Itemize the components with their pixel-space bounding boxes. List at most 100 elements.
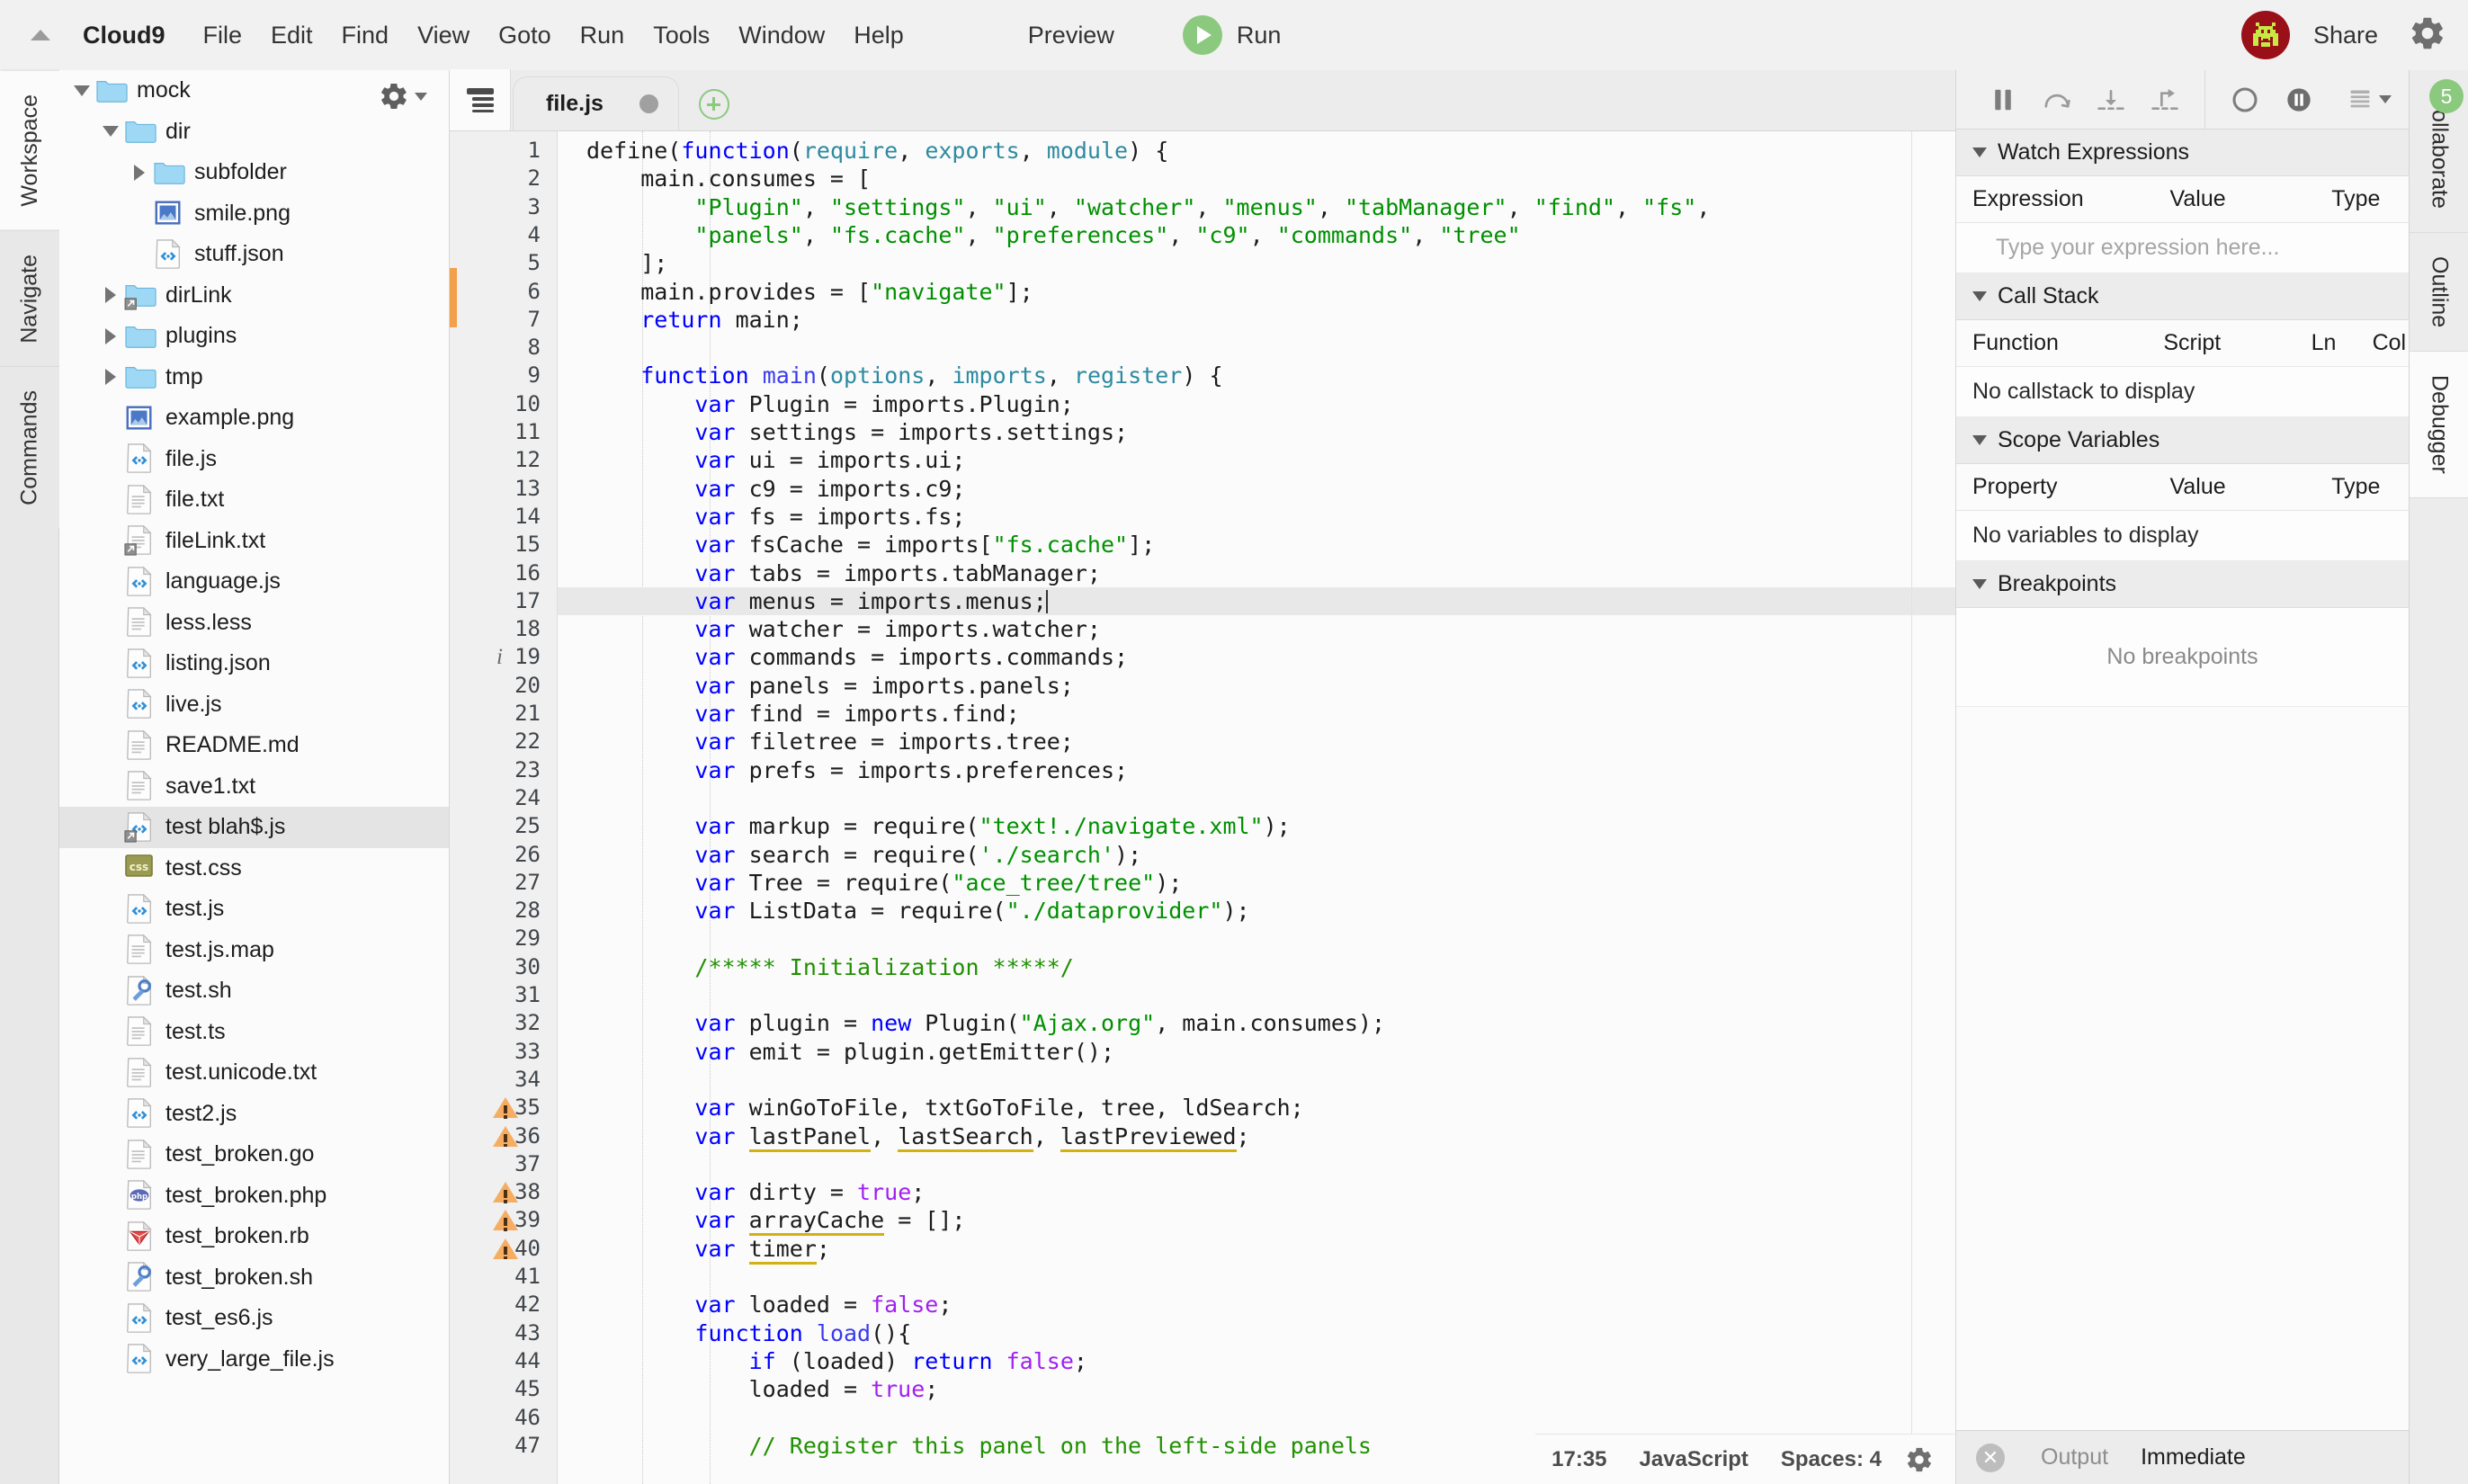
code-line[interactable]: if (loaded) return false; xyxy=(558,1347,1955,1375)
gutter-line-number[interactable]: 1 xyxy=(528,137,541,165)
gutter-line-number[interactable]: 46 xyxy=(514,1404,541,1432)
code-line[interactable]: return main; xyxy=(558,306,1955,334)
gutter-line-number[interactable]: 43 xyxy=(514,1319,541,1347)
chevron-down-icon[interactable] xyxy=(70,85,94,96)
tree-item-test-broken-go[interactable]: test_broken.go xyxy=(59,1134,449,1176)
plus-icon[interactable] xyxy=(698,89,729,120)
code-line[interactable]: var markup = require("text!./navigate.xm… xyxy=(558,812,1955,840)
tree-item-test-es6-js[interactable]: test_es6.js xyxy=(59,1298,449,1339)
gutter-line-number[interactable]: 2 xyxy=(528,165,541,192)
gutter-line-number[interactable]: 7 xyxy=(528,306,541,334)
code-content[interactable]: define(function(require, exports, module… xyxy=(558,131,1955,1484)
code-line[interactable]: var emit = plugin.getEmitter(); xyxy=(558,1038,1955,1066)
gutter-line-number[interactable]: 27 xyxy=(514,869,541,897)
pause-circle-icon[interactable] xyxy=(2272,70,2326,130)
list-icon[interactable] xyxy=(2342,70,2396,130)
code-line[interactable]: var panels = imports.panels; xyxy=(558,672,1955,700)
gutter-line-number[interactable]: 18 xyxy=(514,615,541,643)
indent-setting[interactable]: Spaces: 4 xyxy=(1765,1447,1898,1472)
code-line[interactable]: var dirty = true; xyxy=(558,1178,1955,1206)
debug-section-breakpoints[interactable]: Breakpoints xyxy=(1956,561,2409,608)
tree-item-test-sh[interactable]: test.sh xyxy=(59,970,449,1012)
tree-item-stuff-json[interactable]: stuff.json xyxy=(59,234,449,275)
code-line[interactable] xyxy=(558,981,1955,1009)
code-line[interactable]: /***** Initialization *****/ xyxy=(558,953,1955,981)
gutter-line-number[interactable]: 20 xyxy=(514,672,541,700)
gutter-line-number[interactable]: 34 xyxy=(514,1066,541,1094)
user-avatar-icon[interactable] xyxy=(2240,11,2290,59)
collapse-menu-button[interactable] xyxy=(20,30,61,40)
chevron-right-icon[interactable] xyxy=(99,369,122,386)
debug-section-scope-variables[interactable]: Scope Variables xyxy=(1956,417,2409,464)
gutter-line-number[interactable]: 11 xyxy=(514,418,541,446)
tree-item-test-blah-js[interactable]: test blah$.js xyxy=(59,807,449,848)
unsaved-indicator-icon[interactable] xyxy=(639,94,658,113)
code-line[interactable]: function load(){ xyxy=(558,1319,1955,1347)
tree-item-example-png[interactable]: example.png xyxy=(59,398,449,439)
gutter-line-number[interactable]: 22 xyxy=(514,728,541,755)
info-icon[interactable]: i xyxy=(493,643,529,671)
step-into-icon[interactable] xyxy=(2084,70,2138,130)
gutter-line-number[interactable]: 28 xyxy=(514,897,541,925)
right-rail-tab-debugger[interactable]: Debugger xyxy=(2410,352,2468,498)
code-line[interactable] xyxy=(558,334,1955,362)
tab-list-icon[interactable] xyxy=(450,69,511,130)
tree-item-listing-json[interactable]: listing.json xyxy=(59,643,449,684)
code-line[interactable]: var filetree = imports.tree; xyxy=(558,728,1955,755)
gutter-line-number[interactable]: 25 xyxy=(514,812,541,840)
code-line[interactable]: var timer; xyxy=(558,1235,1955,1265)
code-line[interactable] xyxy=(558,925,1955,952)
gutter-line-number[interactable]: 33 xyxy=(514,1038,541,1066)
step-out-icon[interactable] xyxy=(2138,70,2192,130)
warning-icon[interactable] xyxy=(493,1178,529,1206)
menu-item-view[interactable]: View xyxy=(403,16,484,55)
pause-icon[interactable] xyxy=(1976,70,2030,130)
run-button[interactable]: Run xyxy=(1237,22,1282,49)
tree-item-test-js-map[interactable]: test.js.map xyxy=(59,930,449,971)
tree-item-smile-png[interactable]: smile.png xyxy=(59,193,449,235)
gutter-line-number[interactable]: 17 xyxy=(514,587,541,615)
gutter-line-number[interactable]: 8 xyxy=(528,334,541,362)
tree-item-test-css[interactable]: css test.css xyxy=(59,848,449,890)
gutter-line-number[interactable]: 16 xyxy=(514,559,541,587)
menu-item-find[interactable]: Find xyxy=(327,16,404,55)
code-line[interactable]: var lastPanel, lastSearch, lastPreviewed… xyxy=(558,1122,1955,1152)
gutter-line-number[interactable]: 3 xyxy=(528,193,541,221)
gutter-line-number[interactable]: 9 xyxy=(528,362,541,389)
tree-item-test-ts[interactable]: test.ts xyxy=(59,1012,449,1053)
language-mode[interactable]: JavaScript xyxy=(1623,1447,1765,1472)
left-rail-tab-commands[interactable]: Commands xyxy=(0,366,59,530)
code-line[interactable]: var settings = imports.settings; xyxy=(558,418,1955,446)
chevron-down-icon[interactable] xyxy=(1972,148,1987,157)
preview-button[interactable]: Preview xyxy=(1015,16,1127,55)
tree-item-tmp[interactable]: tmp xyxy=(59,357,449,398)
gear-icon[interactable] xyxy=(2409,14,2446,57)
chevron-right-icon[interactable] xyxy=(99,287,122,304)
tree-item-less-less[interactable]: less.less xyxy=(59,603,449,644)
tree-settings-button[interactable] xyxy=(379,81,427,112)
code-line[interactable]: ]; xyxy=(558,249,1955,277)
code-line[interactable]: main.provides = ["navigate"]; xyxy=(558,278,1955,306)
brand-menu-cloud9[interactable]: Cloud9 xyxy=(72,16,176,55)
tree-item-dir[interactable]: dir xyxy=(59,112,449,153)
left-rail-tab-workspace[interactable]: Workspace xyxy=(0,70,59,230)
share-button[interactable]: Share xyxy=(2313,22,2378,49)
watch-expression-input[interactable]: Type your expression here... xyxy=(1956,223,2409,273)
tree-item-file-js[interactable]: file.js xyxy=(59,439,449,480)
left-rail-tab-navigate[interactable]: Navigate xyxy=(0,229,59,367)
debug-section-call-stack[interactable]: Call Stack xyxy=(1956,273,2409,320)
chevron-down-icon[interactable] xyxy=(1972,435,1987,445)
tree-item-live-js[interactable]: live.js xyxy=(59,684,449,726)
tree-item-subfolder[interactable]: subfolder xyxy=(59,152,449,193)
code-line[interactable]: var fsCache = imports["fs.cache"]; xyxy=(558,531,1955,559)
gutter-line-number[interactable]: 23 xyxy=(514,756,541,784)
code-line[interactable] xyxy=(558,1066,1955,1094)
chevron-down-icon[interactable] xyxy=(1972,291,1987,301)
tree-item-test-broken-php[interactable]: php test_broken.php xyxy=(59,1176,449,1217)
gutter-line-number[interactable]: 13 xyxy=(514,475,541,503)
tree-item-very-large-file-js[interactable]: very_large_file.js xyxy=(59,1339,449,1381)
tree-item-test2-js[interactable]: test2.js xyxy=(59,1094,449,1135)
code-line[interactable]: var c9 = imports.c9; xyxy=(558,475,1955,503)
chevron-right-icon[interactable] xyxy=(99,327,122,344)
code-line[interactable]: var commands = imports.commands; xyxy=(558,643,1955,671)
